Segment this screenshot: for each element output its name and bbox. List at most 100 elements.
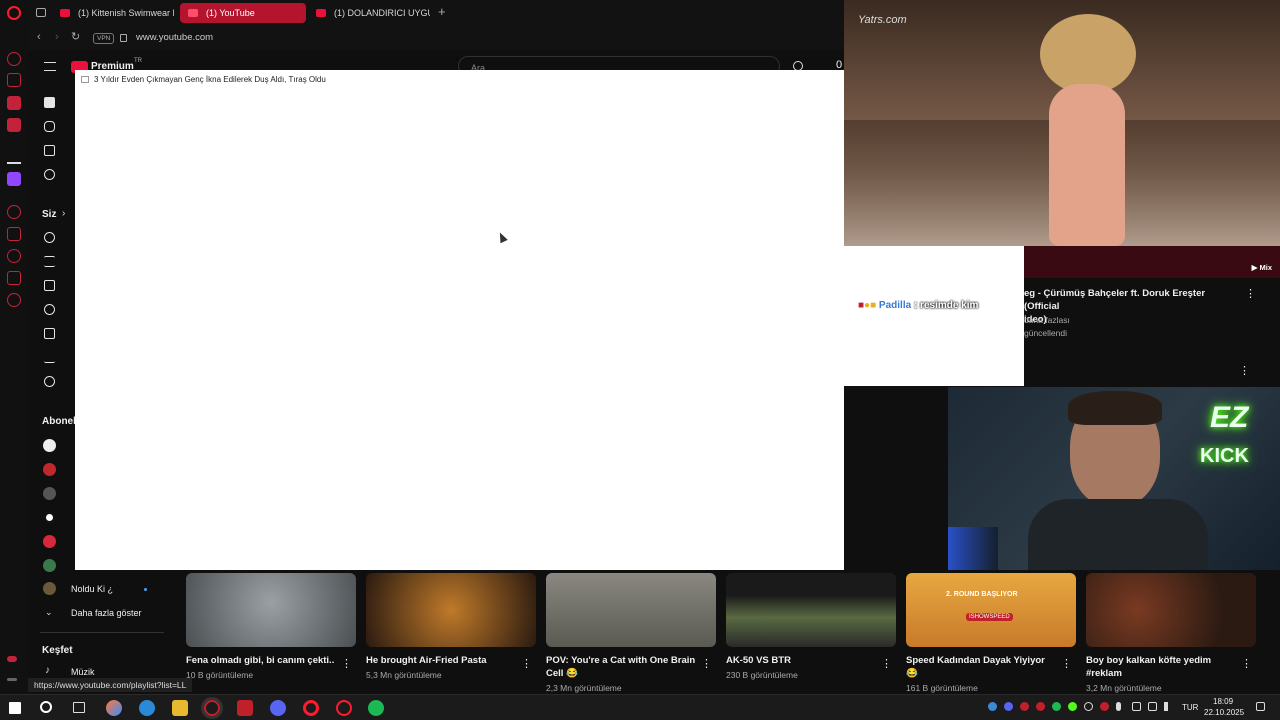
url-field[interactable]: www.youtube.com — [136, 32, 213, 43]
tray-icon[interactable] — [988, 702, 997, 711]
network-icon[interactable] — [1148, 702, 1157, 711]
channel-avatar-noldu[interactable] — [43, 582, 56, 595]
sidebar-item-noldu[interactable]: Noldu Ki ¿ — [71, 584, 113, 594]
windows-start-icon[interactable] — [9, 702, 21, 714]
task-view-icon[interactable] — [73, 702, 85, 713]
edge-icon[interactable] — [139, 700, 155, 716]
bag-icon[interactable] — [7, 73, 21, 87]
you-section-header[interactable]: Siz — [42, 209, 56, 220]
gx-icon[interactable] — [7, 656, 17, 662]
opera-logo-icon[interactable] — [7, 6, 21, 20]
show-more-button[interactable]: Daha fazla göster — [71, 608, 142, 618]
video-thumbnail[interactable] — [186, 573, 356, 647]
extensions-icon[interactable] — [7, 271, 21, 285]
back-icon[interactable]: ‹ — [37, 31, 41, 43]
pin-icon[interactable] — [7, 227, 21, 241]
video-card[interactable]: He brought Air-Fried Pasta 5,3 Mn görünt… — [366, 573, 536, 680]
spotify-icon[interactable] — [368, 700, 384, 716]
aria-icon[interactable] — [7, 52, 21, 66]
video-thumbnail[interactable] — [726, 573, 896, 647]
subscriptions-icon[interactable] — [44, 145, 55, 156]
video-thumbnail[interactable] — [546, 573, 716, 647]
channel-avatar[interactable] — [43, 487, 56, 500]
video-title[interactable]: AK-50 VS BTR — [726, 654, 876, 667]
video-menu-icon[interactable]: ⋮ — [1241, 657, 1252, 670]
video-title[interactable]: Fena olmadı gibi, bi canım çekti.. — [186, 654, 336, 667]
sidebar-item-music[interactable]: Müzik — [71, 667, 95, 677]
tray-icon[interactable] — [1068, 702, 1077, 711]
shorts-icon[interactable] — [44, 121, 55, 132]
tray-icon[interactable] — [1084, 702, 1093, 711]
tab-dolandirici[interactable]: (1) DOLANDIRICI UYGULA — [308, 3, 430, 23]
channel-avatar[interactable] — [43, 439, 56, 452]
menu-icon[interactable] — [44, 62, 56, 71]
twitch-purple-icon[interactable] — [7, 172, 21, 186]
clock-time[interactable]: 18:09 — [1213, 697, 1233, 706]
video-title[interactable]: Speed Kadından Dayak Yiyiyor 😂 — [906, 654, 1056, 680]
new-tab-button[interactable]: + — [438, 4, 446, 19]
discord-icon[interactable] — [270, 700, 286, 716]
channel-avatar[interactable] — [43, 559, 56, 572]
player-icon[interactable] — [7, 205, 21, 219]
popup-window[interactable]: 3 Yıldır Evden Çıkmayan Genç İkna Ediler… — [75, 70, 844, 570]
watch-later-icon[interactable] — [44, 304, 55, 315]
youtube-side-icon[interactable] — [7, 118, 21, 132]
mix-thumbnail[interactable]: ▶ Mix — [1024, 246, 1280, 278]
video-menu-icon[interactable]: ⋮ — [701, 657, 712, 670]
clock-date[interactable]: 22.10.2025 — [1204, 708, 1244, 717]
opera-taskbar-icon[interactable] — [303, 700, 319, 716]
opera-taskbar-icon-2[interactable] — [336, 700, 352, 716]
vpn-badge[interactable]: VPN — [93, 33, 115, 44]
your-videos-icon[interactable] — [44, 280, 55, 291]
video-card[interactable]: AK-50 VS BTR 230 B görüntüleme ⋮ — [726, 573, 896, 680]
arrow-icon[interactable] — [7, 150, 21, 164]
tray-icon[interactable] — [1036, 702, 1045, 711]
liked-videos-icon[interactable] — [44, 328, 55, 339]
video-title[interactable]: POV: You're a Cat with One Brain Cell 😂 — [546, 654, 696, 680]
video-menu-icon[interactable]: ⋮ — [341, 657, 352, 670]
video-thumbnail[interactable] — [366, 573, 536, 647]
video-thumbnail[interactable]: 2. ROUND BAŞLIYOR ISHOWSPEED — [906, 573, 1076, 647]
copilot-icon[interactable] — [106, 700, 122, 716]
forward-icon[interactable]: › — [55, 31, 59, 43]
search-icon[interactable] — [40, 701, 52, 713]
downloads-icon[interactable] — [44, 352, 55, 363]
tray-icon[interactable] — [1100, 702, 1109, 711]
video-card[interactable]: Boy boy kalkan köfte yedim #reklam 3,2 M… — [1086, 573, 1256, 693]
row-menu-icon[interactable]: ⋮ — [1239, 364, 1250, 377]
tray-icon[interactable] — [1020, 702, 1029, 711]
channel-avatar[interactable] — [43, 535, 56, 548]
microphone-icon[interactable] — [1116, 702, 1121, 711]
tray-icon[interactable] — [1132, 702, 1141, 711]
clips-icon[interactable] — [44, 376, 55, 387]
video-card[interactable]: POV: You're a Cat with One Brain Cell 😂 … — [546, 573, 716, 693]
tab-menu-icon[interactable] — [36, 8, 46, 17]
video-menu-icon[interactable]: ⋮ — [521, 657, 532, 670]
app-icon[interactable] — [237, 700, 253, 716]
history-icon[interactable] — [44, 232, 55, 243]
you-target-icon[interactable] — [44, 169, 55, 180]
mix-menu-icon[interactable]: ⋮ — [1245, 287, 1256, 300]
home-icon[interactable] — [44, 97, 55, 108]
video-thumbnail[interactable] — [1086, 573, 1256, 647]
opera-gx-taskbar-icon[interactable] — [204, 700, 220, 716]
history-icon[interactable] — [7, 249, 21, 263]
settings-icon[interactable] — [7, 293, 21, 307]
notification-icon[interactable] — [1256, 702, 1265, 711]
volume-icon[interactable] — [1164, 702, 1173, 711]
tray-icon[interactable] — [1052, 702, 1061, 711]
channel-avatar[interactable] — [43, 463, 56, 476]
channel-avatar[interactable] — [43, 511, 56, 524]
file-explorer-icon[interactable] — [172, 700, 188, 716]
playlists-icon[interactable] — [44, 256, 55, 267]
video-title[interactable]: He brought Air-Fried Pasta — [366, 654, 516, 667]
tray-icon[interactable] — [1004, 702, 1013, 711]
more-icon[interactable] — [7, 678, 17, 681]
video-title[interactable]: Boy boy kalkan köfte yedim #reklam — [1086, 654, 1236, 680]
tab-youtube[interactable]: (1) YouTube — [180, 3, 306, 23]
twitch-icon[interactable] — [7, 96, 21, 110]
language-indicator[interactable]: TUR — [1182, 703, 1198, 712]
video-menu-icon[interactable]: ⋮ — [881, 657, 892, 670]
reload-icon[interactable]: ↻ — [71, 30, 80, 43]
tab-kittenish[interactable]: (1) Kittenish Swimwear Fa — [52, 3, 174, 23]
